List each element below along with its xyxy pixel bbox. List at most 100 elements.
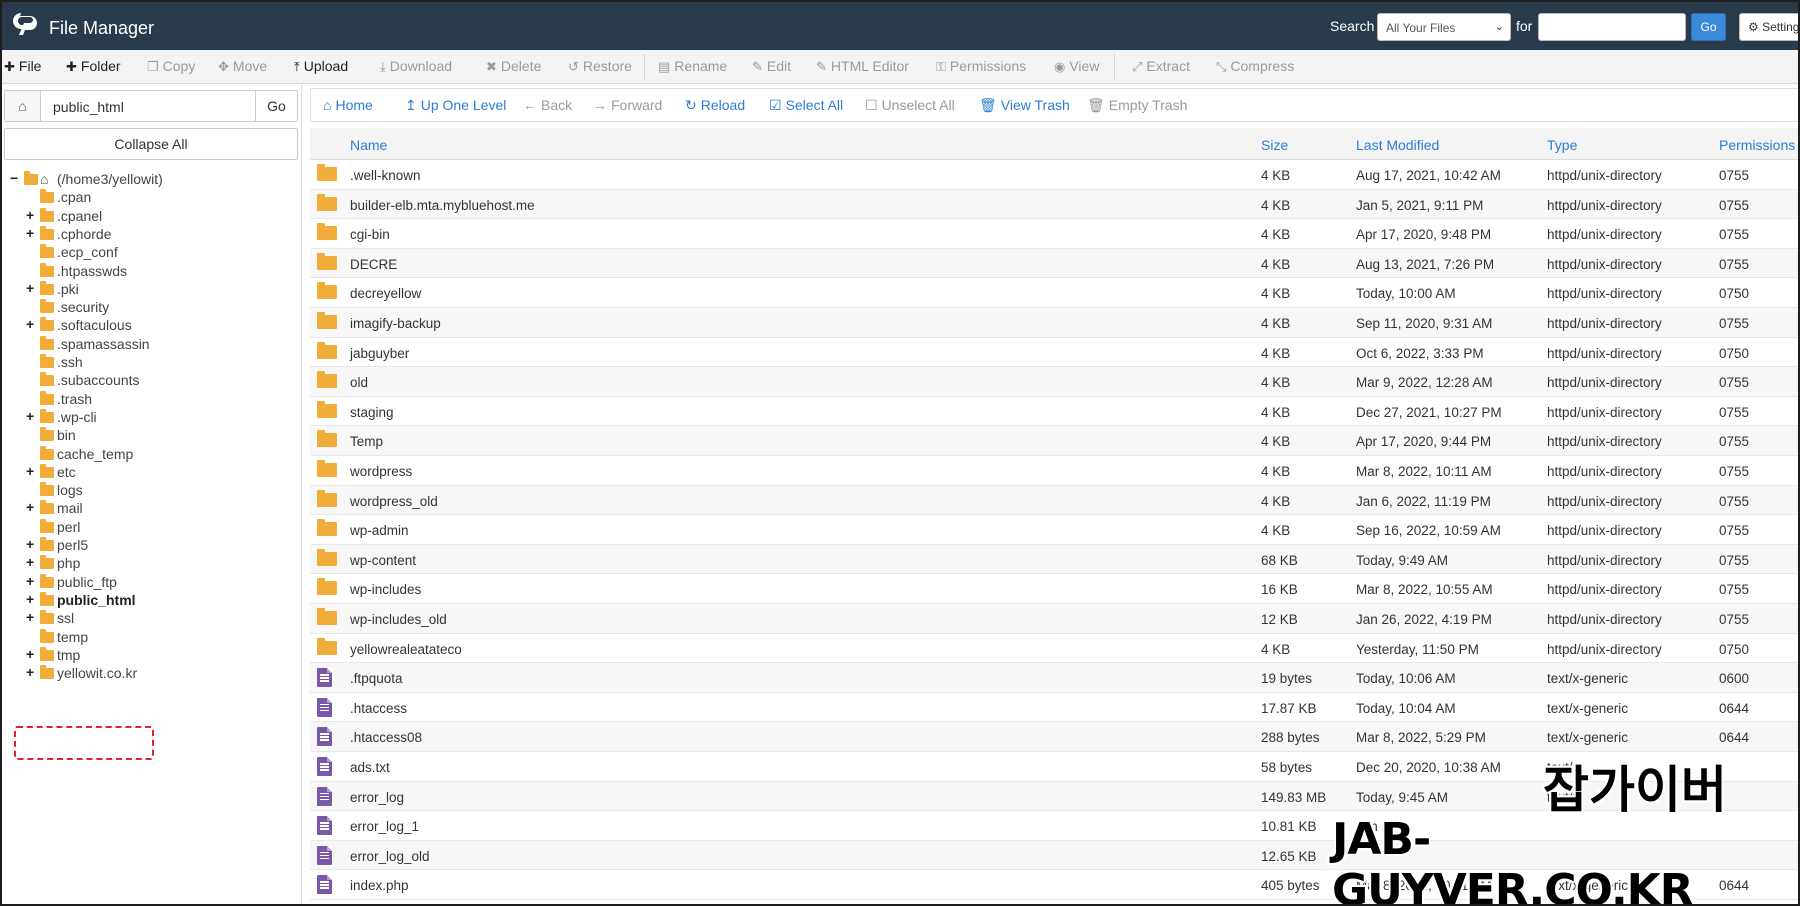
expand-icon[interactable]: + xyxy=(26,499,38,515)
folder-open-icon xyxy=(24,171,38,185)
arrow-right-icon: → xyxy=(593,97,607,113)
top-header: File Manager Search All Your Files ⌄ for… xyxy=(2,2,1798,50)
column-name[interactable]: Name xyxy=(350,137,387,153)
expand-icon[interactable]: + xyxy=(26,664,38,680)
table-row[interactable]: wordpress_old 4 KB Jan 6, 2022, 11:19 PM ht… xyxy=(310,485,1798,516)
table-row[interactable]: staging 4 KB Dec 27, 2021, 10:27 PM httpd/u… xyxy=(310,397,1798,427)
table-row[interactable]: old 4 KB Mar 9, 2022, 12:28 AM httpd/unix-d… xyxy=(310,367,1798,397)
move-button[interactable]: ✥ Move xyxy=(218,58,267,75)
select-all-label: Select All xyxy=(785,97,844,113)
search-go-button[interactable]: Go xyxy=(1691,13,1726,41)
expand-icon[interactable]: + xyxy=(26,646,38,662)
folder-icon xyxy=(40,482,54,497)
expand-icon[interactable]: + xyxy=(26,536,38,552)
expand-icon[interactable]: + xyxy=(26,225,38,241)
expand-icon[interactable]: + xyxy=(26,573,38,589)
search-scope-select[interactable]: All Your Files ⌄ xyxy=(1377,13,1511,41)
table-row[interactable]: wp-includes 16 KB Mar 8, 2022, 10:55 AM htt… xyxy=(310,574,1798,604)
column-type[interactable]: Type xyxy=(1547,137,1577,153)
back-button[interactable]: ← Back xyxy=(523,97,572,113)
table-row[interactable]: .htaccess 17.87 KB Today, 10:04 AM text/x-g… xyxy=(310,693,1798,723)
expand-icon[interactable]: + xyxy=(26,408,38,424)
table-row[interactable]: .ftpquota 19 bytes Today, 10:06 AM text/x-g… xyxy=(310,663,1798,693)
chevron-down-icon: ⌄ xyxy=(1494,21,1504,33)
up-one-level-button[interactable]: ↥ Up One Level xyxy=(405,97,506,114)
cell-size: 4 KB xyxy=(1261,641,1291,657)
column-size[interactable]: Size xyxy=(1261,137,1288,153)
path-go-button[interactable]: Go xyxy=(255,91,297,121)
table-row[interactable]: Temp 4 KB Apr 17, 2020, 9:44 PM httpd/unix-… xyxy=(310,426,1798,456)
table-row[interactable]: yellowrealeatateco 4 KB Yesterday, 11:50 P… xyxy=(310,634,1798,664)
rename-button[interactable]: ▤ Rename xyxy=(658,58,727,75)
forward-button[interactable]: → Forward xyxy=(593,97,662,113)
cell-permissions: 0755 xyxy=(1719,256,1750,272)
edit-label: Edit xyxy=(766,58,792,74)
collapse-all-button[interactable]: Collapse All xyxy=(4,128,298,160)
table-row[interactable]: wordpress 4 KB Mar 8, 2022, 10:11 AM httpd/… xyxy=(310,456,1798,486)
new-file-button[interactable]: ✚ File xyxy=(4,58,41,75)
html-editor-button[interactable]: ✎ HTML Editor xyxy=(816,58,909,75)
cell-name: Temp xyxy=(350,434,384,450)
cell-size: 4 KB xyxy=(1261,345,1291,361)
home-icon[interactable]: ⌂ xyxy=(5,91,41,121)
cell-type: httpd/unix-directory xyxy=(1547,612,1662,627)
cell-name: .htaccess xyxy=(350,700,408,716)
delete-button[interactable]: ✖ Delete xyxy=(486,58,541,75)
table-row[interactable]: wp-admin 4 KB Sep 16, 2022, 10:59 AM httpd/… xyxy=(310,515,1798,545)
table-row[interactable]: wp-content 68 KB Today, 9:49 AM httpd/unix-… xyxy=(310,544,1798,575)
path-input[interactable]: public_html xyxy=(53,99,124,115)
table-row[interactable]: .well-known 4 KB Aug 17, 2021, 10:42 AM htt… xyxy=(310,160,1798,190)
settings-button[interactable]: ⚙ Settings xyxy=(1739,13,1798,41)
table-row[interactable]: jabguyber 4 KB Oct 6, 2022, 3:33 PM httpd/u… xyxy=(310,338,1798,368)
expand-icon[interactable]: + xyxy=(26,591,38,607)
cell-type: httpd/unix-directory xyxy=(1547,256,1662,272)
cell-permissions: 0755 xyxy=(1719,197,1750,213)
table-row[interactable]: builder-elb.mta.mybluehost.me 4 KB Jan 5, … xyxy=(310,189,1798,220)
cell-size: 4 KB xyxy=(1261,316,1291,331)
reload-button[interactable]: ↻ Reload xyxy=(685,97,745,114)
upload-button[interactable]: ⤒ Upload xyxy=(294,58,348,75)
search-input[interactable] xyxy=(1538,13,1686,41)
view-trash-button[interactable]: 🗑 View Trash xyxy=(979,97,1070,114)
permissions-button[interactable]: ⚿ Permissions xyxy=(936,58,1026,75)
column-last-modified[interactable]: Last Modified xyxy=(1356,137,1439,153)
collapse-icon[interactable]: − xyxy=(10,170,22,186)
copy-button[interactable]: ❐ Copy xyxy=(147,58,195,75)
table-row[interactable]: DECRE 4 KB Aug 13, 2021, 7:26 PM httpd/unix… xyxy=(310,248,1798,279)
expand-icon[interactable]: + xyxy=(26,609,38,625)
edit-button[interactable]: ✎ Edit xyxy=(752,58,791,75)
new-folder-button[interactable]: ✚ Folder xyxy=(66,58,121,75)
empty-trash-button[interactable]: 🗑 Empty Trash xyxy=(1087,97,1187,114)
extract-button[interactable]: ⤢ Extract xyxy=(1132,58,1190,75)
table-row[interactable]: imagify-backup 4 KB Sep 11, 2020, 9:31 AM h… xyxy=(310,308,1798,338)
view-button[interactable]: ◉ View xyxy=(1054,58,1099,75)
expand-icon[interactable]: + xyxy=(26,207,38,223)
expand-icon[interactable]: + xyxy=(26,463,38,479)
column-permissions[interactable]: Permissions xyxy=(1719,137,1795,153)
folder-icon xyxy=(40,445,54,460)
folder-icon xyxy=(317,608,337,625)
select-all-button[interactable]: ☑ Select All xyxy=(769,97,843,114)
copy-icon: ❐ xyxy=(147,59,159,74)
expand-icon[interactable]: + xyxy=(26,280,38,296)
home-button[interactable]: ⌂ Home xyxy=(323,97,373,113)
cell-last-modified: Dec 27, 2021, 10:27 PM xyxy=(1356,404,1502,420)
tree-root-label: (/home3/yellowit) xyxy=(57,171,163,187)
rename-icon: ▤ xyxy=(658,59,671,74)
cell-size: 149.83 MB xyxy=(1261,789,1327,805)
expand-icon[interactable]: + xyxy=(26,554,38,570)
restore-button[interactable]: ↺ Restore xyxy=(568,58,632,75)
cpanel-logo-icon xyxy=(13,13,37,35)
table-row[interactable]: wp-includes_old 12 KB Jan 26, 2022, 4:19 P… xyxy=(310,604,1798,634)
unselect-all-button[interactable]: ☐ Unselect All xyxy=(865,97,955,114)
table-row[interactable]: .htaccess08 288 bytes Mar 8, 2022, 5:29 PM… xyxy=(310,722,1798,752)
table-row[interactable]: decreyellow 4 KB Today, 10:00 AM httpd/unix… xyxy=(310,278,1798,308)
cell-name: staging xyxy=(350,404,394,420)
compress-button[interactable]: ⤡ Compress xyxy=(1216,58,1294,75)
expand-icon[interactable]: + xyxy=(26,316,38,332)
cell-size: 4 KB xyxy=(1261,464,1291,479)
download-icon: ⤓ xyxy=(380,59,386,74)
download-button[interactable]: ⤓ Download xyxy=(380,58,452,75)
upload-icon: ⤒ xyxy=(294,59,300,74)
table-row[interactable]: cgi-bin 4 KB Apr 17, 2020, 9:48 PM httpd/un… xyxy=(310,219,1798,249)
